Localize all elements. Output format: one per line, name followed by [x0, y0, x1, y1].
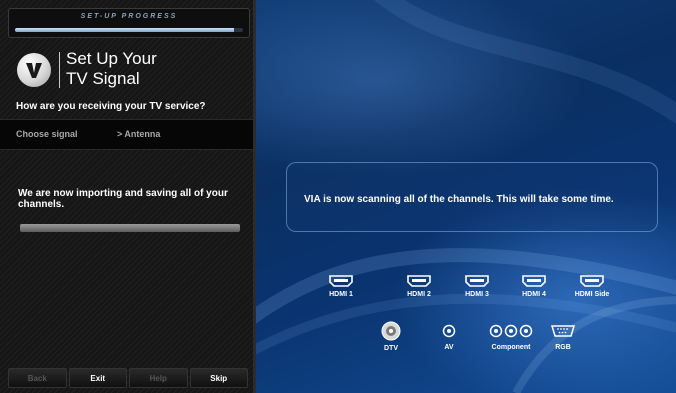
scan-message-box: VIA is now scanning all of the channels.… — [286, 162, 658, 232]
dtv-label: DTV — [384, 345, 398, 352]
hdmi-port-icon — [465, 275, 489, 287]
dtv-input: DTV — [366, 320, 416, 352]
hdmi-1-input: HDMI 1 — [316, 274, 366, 298]
setup-progress-bar — [15, 28, 243, 32]
skip-button[interactable]: Skip — [189, 368, 248, 388]
hdmi-2-input: HDMI 2 — [394, 274, 444, 298]
hdmi-3-label: HDMI 3 — [465, 291, 489, 298]
setup-progress-title: SET-UP PROGRESS — [80, 13, 178, 20]
setup-progress-fill — [15, 28, 234, 32]
heading-divider — [59, 52, 60, 88]
page-title-line1: Set Up Your — [66, 49, 157, 68]
hdmi-port-icon — [329, 275, 353, 287]
component-input: Component — [481, 324, 541, 351]
vizio-v-logo-icon — [17, 53, 51, 87]
hdmi-2-label: HDMI 2 — [407, 291, 431, 298]
hdmi-port-icon — [407, 275, 431, 287]
setup-panel: SET-UP PROGRESS Set Up Your TV Signal Ho… — [0, 0, 256, 393]
hdmi-side-label: HDMI Side — [574, 291, 610, 298]
page-title: Set Up Your TV Signal — [66, 49, 157, 89]
service-question: How are you receiving your TV service? — [16, 101, 206, 112]
help-button[interactable]: Help — [129, 368, 188, 388]
rgb-input: RGB — [538, 324, 588, 351]
hdmi-1-label: HDMI 1 — [329, 291, 353, 298]
exit-button[interactable]: Exit — [68, 368, 127, 388]
hdmi-4-label: HDMI 4 — [522, 291, 546, 298]
footer-buttons: Back Exit Help Skip — [8, 368, 248, 388]
rca-port-icon — [442, 324, 456, 338]
import-progress-bar — [20, 224, 240, 232]
av-input: AV — [424, 324, 474, 351]
page-title-line2: TV Signal — [66, 69, 140, 88]
choose-signal-row[interactable]: Choose signal > Antenna — [0, 119, 253, 150]
hdmi-4-input: HDMI 4 — [509, 274, 559, 298]
hdmi-3-input: HDMI 3 — [452, 274, 502, 298]
choose-signal-value[interactable]: > Antenna — [117, 129, 160, 139]
component-label: Component — [491, 344, 531, 351]
hdmi-port-icon — [522, 275, 546, 287]
rgb-label: RGB — [555, 344, 571, 351]
av-label: AV — [444, 344, 454, 351]
scan-display: VIA is now scanning all of the channels.… — [256, 0, 676, 393]
component-ports-icon — [489, 324, 533, 338]
tv-setup-screen: SET-UP PROGRESS Set Up Your TV Signal Ho… — [0, 0, 676, 393]
coax-port-icon — [381, 321, 401, 341]
hdmi-port-icon — [580, 275, 604, 287]
choose-signal-label: Choose signal — [16, 129, 78, 139]
scan-message: VIA is now scanning all of the channels.… — [304, 194, 614, 205]
import-message: We are now importing and saving all of y… — [18, 188, 228, 210]
hdmi-side-input: HDMI Side — [567, 274, 617, 298]
setup-progress: SET-UP PROGRESS — [8, 8, 250, 38]
back-button[interactable]: Back — [8, 368, 67, 388]
vga-port-icon — [551, 325, 575, 337]
